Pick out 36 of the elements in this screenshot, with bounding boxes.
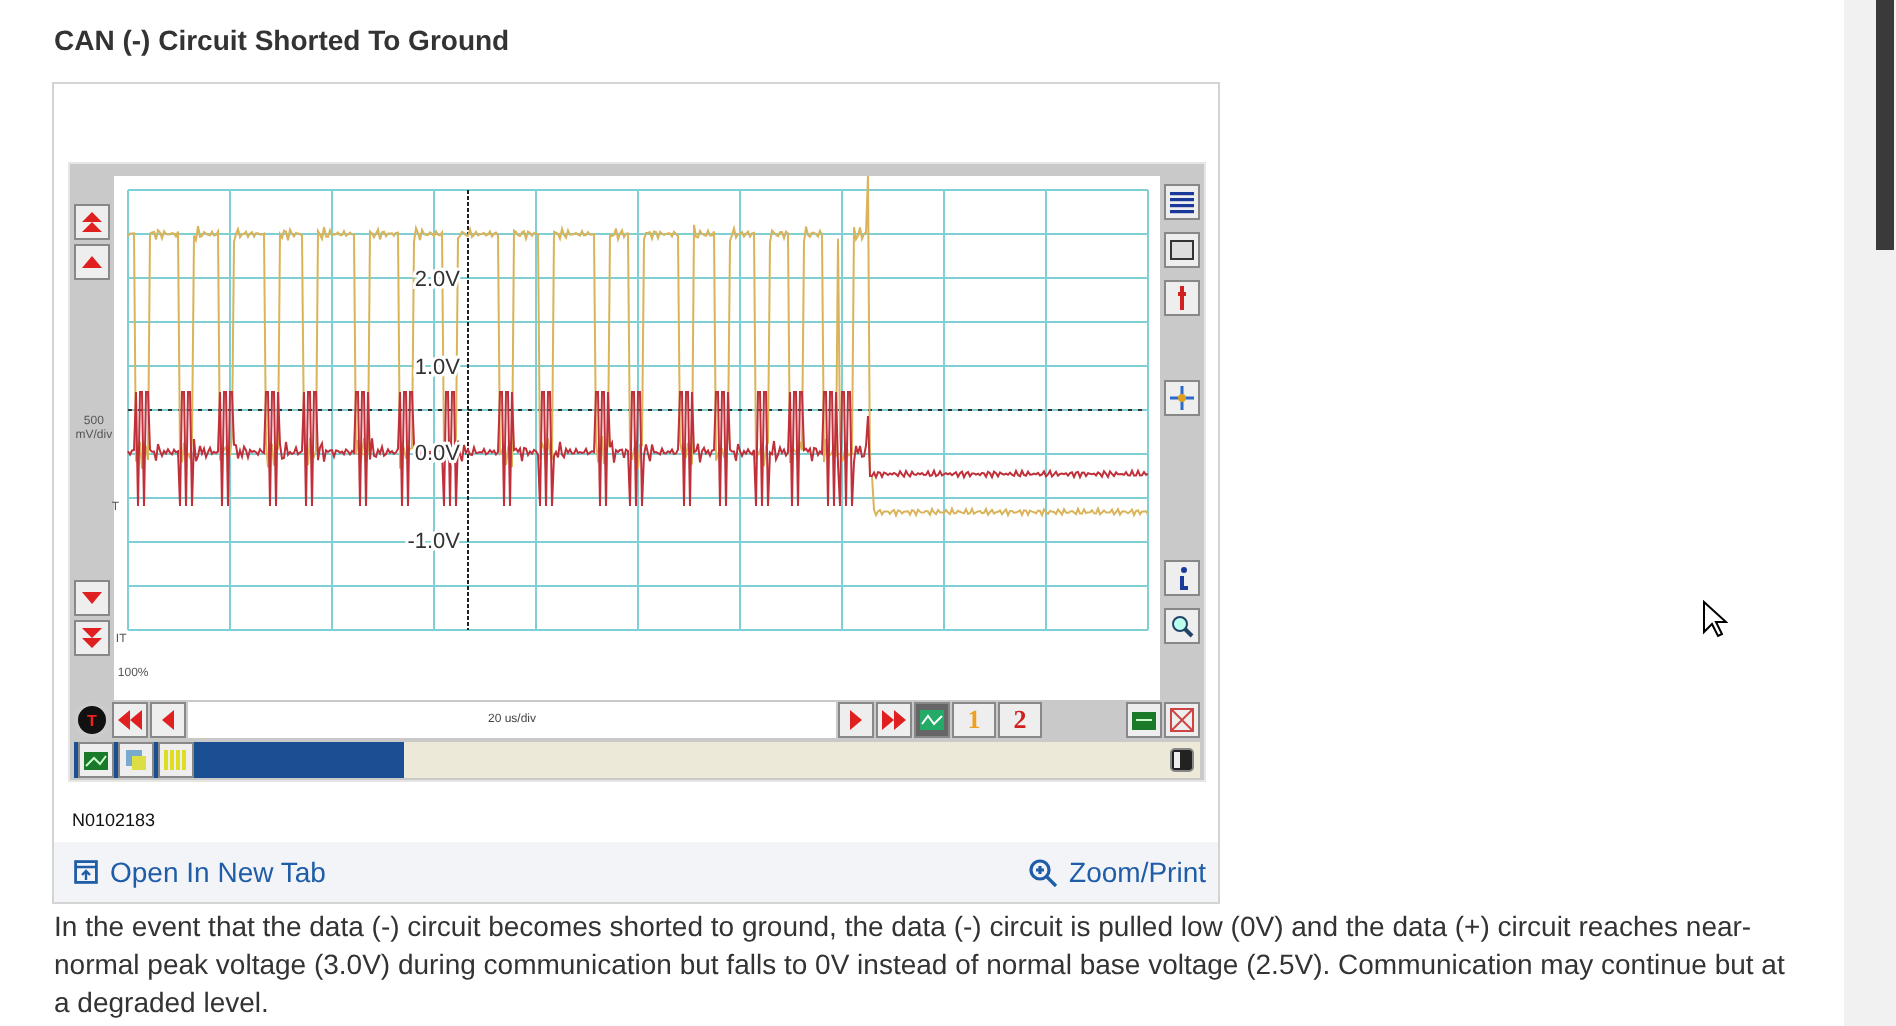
- step-back-button[interactable]: [150, 702, 186, 738]
- marker-icon[interactable]: [1164, 280, 1201, 316]
- trigger-button[interactable]: T: [74, 702, 110, 738]
- section-title: CAN (-) Circuit Shorted To Ground: [54, 24, 512, 56]
- open-tab-link[interactable]: Open In New Tab: [74, 856, 326, 888]
- chart-icon[interactable]: [78, 742, 114, 778]
- close-icon[interactable]: [1164, 702, 1200, 738]
- ruler-icon[interactable]: [1164, 232, 1201, 268]
- magnifier-icon: [1027, 857, 1058, 887]
- rewind-button[interactable]: [112, 702, 148, 738]
- scroll-down-fast-button[interactable]: [73, 620, 110, 656]
- scroll-up-button[interactable]: [73, 244, 110, 280]
- channel-button[interactable]: 2: [998, 702, 1042, 738]
- scroll-down-button[interactable]: [73, 580, 110, 616]
- fast-forward-button[interactable]: [876, 702, 912, 738]
- scrollbar[interactable]: [1844, 0, 1896, 1026]
- scroll-up-fast-button[interactable]: [73, 204, 110, 240]
- new-tab-icon: [74, 860, 98, 884]
- description-text: In the event that the data (-) circuit becomes shorted to ground, the data (-) circuit is pulled low (0V) and the data (+) circuit reaches near-normal peak voltage (3.0V) during communication but falls to 0V instead of normal base voltage (2.5V). Communication may continue but at a degraded level.: [54, 908, 1787, 1022]
- play-button[interactable]: [838, 702, 874, 738]
- zoom-icon[interactable]: [1164, 608, 1201, 644]
- arrow-icon: [118, 708, 142, 732]
- waveform-icon[interactable]: [914, 702, 950, 738]
- arrow-icon: [882, 708, 906, 732]
- trigger-settings-icon[interactable]: [1164, 380, 1201, 416]
- mouse-pointer-icon: [1702, 600, 1728, 638]
- battery-icon: [1170, 748, 1194, 772]
- figure-id: N0102183: [70, 808, 158, 834]
- zoom-print-link[interactable]: Zoom/Print: [1027, 856, 1206, 888]
- display-icon[interactable]: [1126, 702, 1162, 738]
- layers-icon[interactable]: [118, 742, 154, 778]
- arrow-icon: [79, 210, 104, 234]
- info-icon[interactable]: [1164, 560, 1201, 596]
- arrow-icon: [79, 626, 104, 650]
- meter-icon[interactable]: [158, 742, 194, 778]
- list-icon[interactable]: [1164, 184, 1201, 220]
